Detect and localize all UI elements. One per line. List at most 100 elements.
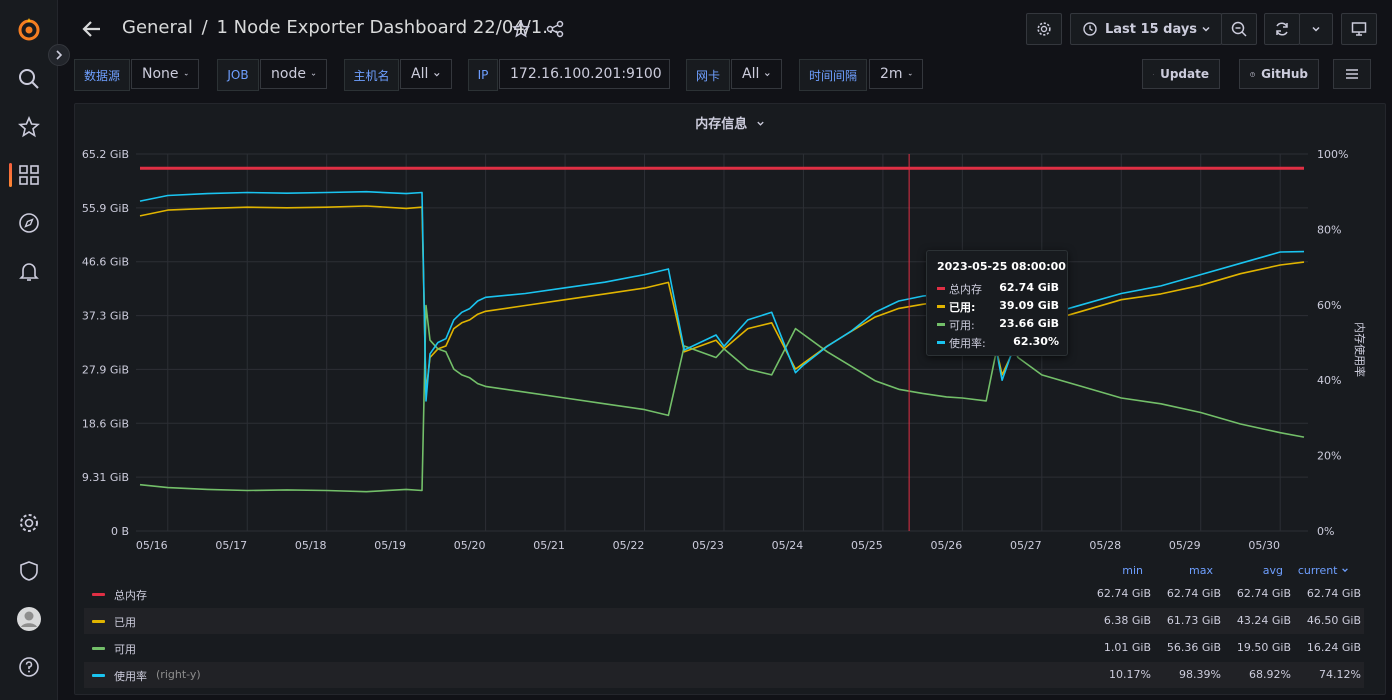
grafana-logo-icon[interactable] <box>16 16 42 42</box>
variable-datasource-select[interactable]: None <box>131 59 199 89</box>
panel-header[interactable]: 内存信息 <box>75 113 1385 132</box>
tooltip-row: 可用: 23.66 GiB <box>937 317 1059 333</box>
breadcrumb-separator: / <box>201 17 208 38</box>
legend-header-max[interactable]: max <box>1143 564 1213 577</box>
starred-icon[interactable] <box>16 114 42 140</box>
github-link-button[interactable]: GitHub <box>1239 59 1319 89</box>
menu-button[interactable] <box>1333 59 1371 89</box>
tooltip-series-value: 62.30% <box>1013 335 1059 348</box>
legend-swatch <box>92 593 105 596</box>
legend-header-min[interactable]: min <box>1073 564 1143 577</box>
variable-value: 172.16.100.201:9100 <box>510 66 662 82</box>
chevron-down-icon <box>1202 26 1210 32</box>
variable-label-hostname: 主机名 <box>344 59 399 91</box>
tooltip-row: 总内存 62.74 GiB <box>937 281 1059 297</box>
variable-label-interval: 时间间隔 <box>799 59 867 91</box>
chevron-down-icon <box>908 73 912 76</box>
variable-value: 2m <box>880 66 903 82</box>
legend-current: 46.50 GiB <box>1306 614 1361 627</box>
legend-avg: 68.92% <box>1249 668 1291 681</box>
user-avatar[interactable] <box>16 606 42 632</box>
zoom-out-button[interactable] <box>1221 13 1257 45</box>
tooltip-swatch <box>937 287 945 290</box>
legend-row-total[interactable]: 总内存 62.74 GiB 62.74 GiB 62.74 GiB 62.74 … <box>84 581 1364 607</box>
breadcrumb: General / 1 Node Exporter Dashboard 22/0… <box>122 17 559 38</box>
update-link-label: Update <box>1160 67 1209 81</box>
dashboard-title[interactable]: 1 Node Exporter Dashboard 22/04/1... <box>216 17 559 38</box>
legend-row-usage[interactable]: 使用率 (right-y) 10.17% 98.39% 68.92% 74.12… <box>84 662 1364 688</box>
refresh-icon <box>1276 22 1288 36</box>
legend-max: 56.36 GiB <box>1166 641 1221 654</box>
legend-row-available[interactable]: 可用 1.01 GiB 56.36 GiB 19.50 GiB 16.24 Gi… <box>84 635 1364 661</box>
chevron-down-icon <box>1342 568 1348 573</box>
settings-gear-icon <box>1037 22 1051 36</box>
question-circle-icon <box>1250 71 1255 77</box>
monitor-icon <box>1351 22 1367 36</box>
legend-swatch <box>92 620 105 623</box>
legend-swatch <box>92 674 105 677</box>
share-icon[interactable] <box>546 20 564 38</box>
legend-header-current-label: current <box>1297 564 1338 577</box>
explore-compass-icon[interactable] <box>16 210 42 236</box>
refresh-interval-dropdown[interactable] <box>1299 13 1333 45</box>
variable-interval-select[interactable]: 2m <box>869 59 923 89</box>
alerting-bell-icon[interactable] <box>16 258 42 284</box>
legend-avg: 62.74 GiB <box>1236 587 1291 600</box>
github-link-label: GitHub <box>1261 67 1308 81</box>
chevron-down-icon <box>757 121 764 126</box>
dashboard-settings-button[interactable] <box>1026 13 1062 45</box>
tooltip-swatch <box>937 341 945 344</box>
tooltip-series-name: 总内存 <box>949 283 982 296</box>
star-icon[interactable] <box>511 19 531 38</box>
tooltip-swatch <box>937 323 945 326</box>
configuration-gear-icon[interactable] <box>16 510 42 536</box>
search-icon[interactable] <box>16 66 42 92</box>
legend-row-used[interactable]: 已用 6.38 GiB 61.73 GiB 43.24 GiB 46.50 Gi… <box>84 608 1364 634</box>
legend-min: 10.17% <box>1109 668 1151 681</box>
legend-min: 1.01 GiB <box>1103 641 1151 654</box>
breadcrumb-folder[interactable]: General <box>122 17 193 38</box>
chevron-down-icon <box>311 72 316 76</box>
chevron-down-icon <box>765 72 771 76</box>
variable-nic-select[interactable]: All <box>731 59 782 89</box>
tooltip-series-value: 39.09 GiB <box>999 299 1059 312</box>
hamburger-menu-icon <box>1346 69 1358 79</box>
tooltip-row: 使用率: 62.30% <box>937 335 1059 351</box>
back-arrow-icon[interactable] <box>81 18 103 40</box>
variable-value: All <box>411 66 429 82</box>
variable-label-nic: 网卡 <box>686 59 730 91</box>
tooltip-swatch <box>937 305 945 308</box>
legend-current: 74.12% <box>1319 668 1361 681</box>
help-icon[interactable] <box>16 654 42 680</box>
panel-title: 内存信息 <box>695 117 748 132</box>
variable-job-select[interactable]: node <box>260 59 327 89</box>
legend-avg: 19.50 GiB <box>1236 641 1291 654</box>
refresh-button[interactable] <box>1264 13 1300 45</box>
legend-series-name: 可用 <box>114 643 136 656</box>
legend-min: 62.74 GiB <box>1096 587 1151 600</box>
zoom-out-icon <box>1231 21 1247 37</box>
variable-label-job: JOB <box>217 59 259 91</box>
legend-avg: 43.24 GiB <box>1236 614 1291 627</box>
dashboards-icon[interactable] <box>16 162 42 188</box>
update-link-button[interactable]: Update <box>1142 59 1220 89</box>
expand-sidebar-button[interactable] <box>48 44 70 66</box>
variable-label-datasource: 数据源 <box>74 59 130 91</box>
bolt-icon <box>1153 73 1155 75</box>
tv-mode-button[interactable] <box>1341 13 1377 45</box>
time-range-picker[interactable]: Last 15 days <box>1070 13 1222 45</box>
legend-max: 61.73 GiB <box>1166 614 1221 627</box>
variable-hostname-select[interactable]: All <box>400 59 452 89</box>
legend-series-axis-note: (right-y) <box>156 668 201 681</box>
legend-header-current[interactable]: current <box>1273 564 1349 577</box>
legend-max: 62.74 GiB <box>1166 587 1221 600</box>
legend-series-name: 已用 <box>114 616 136 629</box>
variable-value: node <box>271 66 306 82</box>
chevron-down-icon <box>184 73 188 76</box>
legend-max: 98.39% <box>1179 668 1221 681</box>
variable-ip-select[interactable]: 172.16.100.201:9100 <box>499 59 670 89</box>
tooltip-series-value: 23.66 GiB <box>999 317 1059 330</box>
chevron-down-icon <box>434 72 440 76</box>
tooltip-series-name: 已用: <box>949 301 976 314</box>
server-admin-shield-icon[interactable] <box>16 558 42 584</box>
